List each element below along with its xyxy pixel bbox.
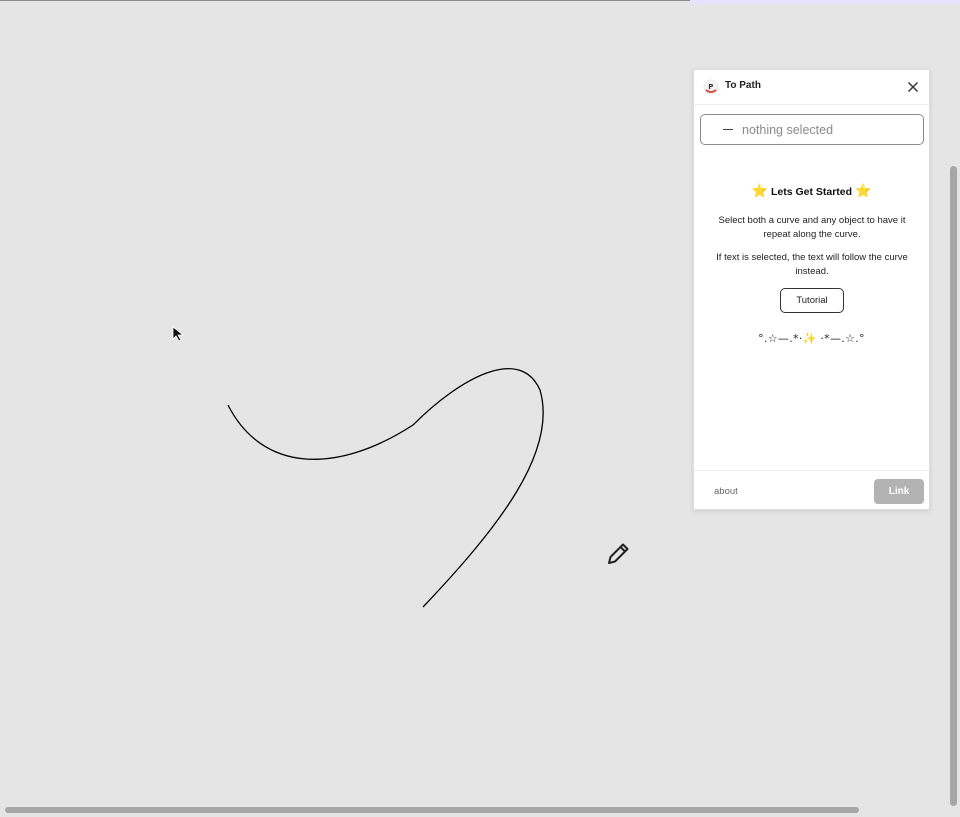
decorative-stars-text: °.☆—.*·✨ ·*—.☆.°: [758, 332, 865, 345]
link-button[interactable]: Link: [874, 479, 924, 504]
plugin-logo-icon: P: [703, 79, 719, 95]
arrow-cursor-icon: [172, 326, 185, 342]
about-link[interactable]: about: [714, 486, 738, 497]
drawn-curve[interactable]: [227, 368, 544, 608]
selection-status-field[interactable]: nothing selected: [700, 114, 924, 145]
star-icon: ⭐: [854, 183, 872, 198]
plugin-title: To Path: [725, 80, 761, 91]
dash-icon: [723, 129, 733, 130]
close-icon[interactable]: [906, 80, 920, 94]
text-instruction-text: If text is selected, the text will follo…: [716, 252, 908, 277]
plugin-footer: about Link: [694, 470, 929, 510]
pencil-icon[interactable]: [604, 540, 632, 568]
horizontal-scrollbar[interactable]: [5, 807, 859, 813]
star-icon: ⭐: [751, 183, 769, 198]
to-path-plugin-panel: P To Path nothing selected ⭐ Lets Get St…: [693, 69, 930, 510]
selection-status-text: nothing selected: [742, 123, 834, 137]
heading-text: Lets Get Started: [770, 186, 853, 198]
instruction-text: Select both a curve and any object to ha…: [718, 215, 906, 240]
vertical-scrollbar[interactable]: [950, 166, 957, 806]
getting-started-heading: ⭐ Lets Get Started ⭐: [694, 183, 929, 199]
svg-text:P: P: [708, 83, 713, 91]
tutorial-button[interactable]: Tutorial: [780, 288, 844, 313]
plugin-header: P To Path: [694, 70, 929, 105]
